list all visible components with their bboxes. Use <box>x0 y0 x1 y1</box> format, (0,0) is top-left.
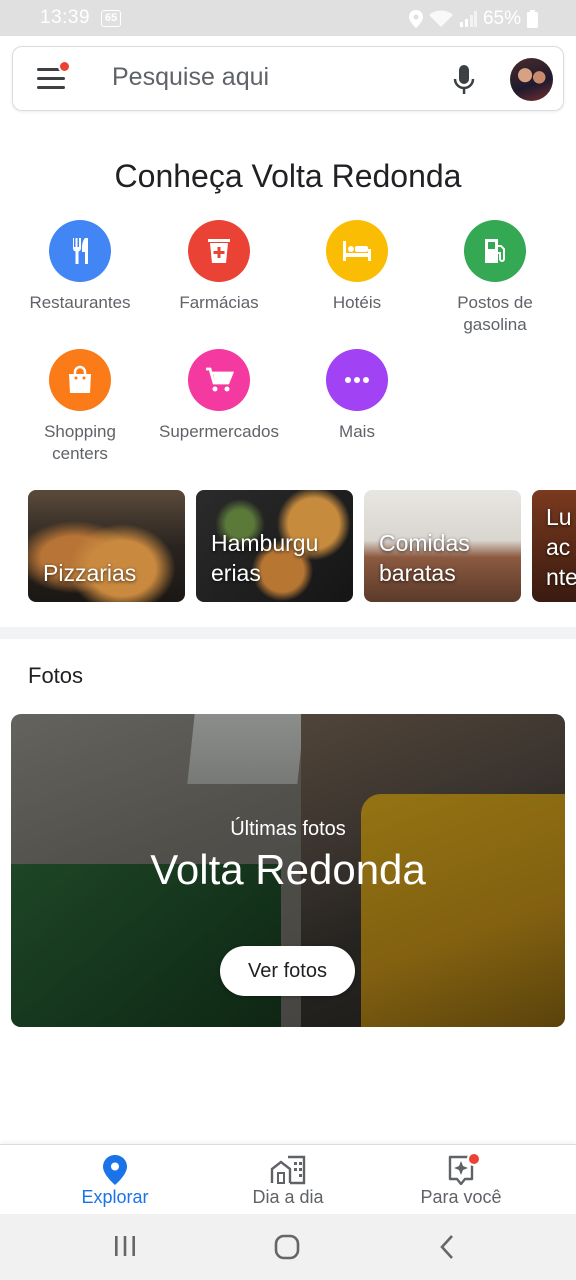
back-icon[interactable] <box>439 1234 455 1260</box>
category-label: Shopping centers <box>44 422 116 463</box>
search-bar[interactable] <box>12 46 564 111</box>
photos-subtitle: Últimas fotos <box>230 818 346 840</box>
recent-apps-icon[interactable] <box>114 1234 136 1258</box>
tile-hamburguerias[interactable]: Hamburgu erias <box>196 490 353 602</box>
category-hoteis[interactable]: Hotéis <box>277 220 437 314</box>
nav-explorar[interactable]: Explorar <box>19 1145 211 1215</box>
photos-title: Volta Redonda <box>150 846 426 893</box>
cart-icon <box>188 349 250 411</box>
photos-heading: Fotos <box>28 663 84 688</box>
tile-comidas-baratas[interactable]: Comidas baratas <box>364 490 521 602</box>
bed-icon <box>326 220 388 282</box>
category-supermercados[interactable]: Supermercados <box>139 349 299 443</box>
notification-badge: 65 <box>101 10 121 27</box>
category-label: Postos de gasolina <box>457 293 533 334</box>
nav-label: Dia a dia <box>252 1187 324 1207</box>
category-restaurantes[interactable]: Restaurantes <box>0 220 160 314</box>
category-mais[interactable]: Mais <box>277 349 437 443</box>
para-voce-badge <box>467 1152 481 1166</box>
nav-label: Para você <box>420 1187 502 1207</box>
category-label: Farmácias <box>179 293 259 312</box>
category-postos-gasolina[interactable]: Postos de gasolina <box>415 220 575 336</box>
tile-partial[interactable]: Lu ac nte <box>532 490 576 602</box>
explore-title: Conheça Volta Redonda <box>114 158 462 194</box>
tile-pizzarias[interactable]: Pizzarias <box>28 490 185 602</box>
commute-buildings-icon <box>270 1155 306 1185</box>
category-label: Hotéis <box>332 293 382 312</box>
pharmacy-icon <box>188 220 250 282</box>
wifi-icon <box>428 10 453 27</box>
home-icon[interactable] <box>274 1234 300 1260</box>
system-nav-bar <box>0 1214 576 1280</box>
microphone-icon[interactable] <box>453 65 475 95</box>
avatar[interactable] <box>510 58 553 101</box>
nav-dia-a-dia[interactable]: Dia a dia <box>192 1145 384 1215</box>
nav-para-voce[interactable]: Para você <box>365 1145 557 1215</box>
nav-label: Explorar <box>81 1187 149 1207</box>
category-label: Supermercados <box>158 422 279 441</box>
category-label: Mais <box>339 422 375 441</box>
status-right: 65% <box>408 8 538 30</box>
tile-label: Hamburgu erias <box>211 530 319 586</box>
category-label: Restaurantes <box>29 293 131 312</box>
more-icon <box>326 349 388 411</box>
status-bar: 13:39 65 65% <box>0 0 576 36</box>
tile-label: Comidas baratas <box>379 530 470 586</box>
category-farmacias[interactable]: Farmácias <box>139 220 299 314</box>
tile-label: Pizzarias <box>43 560 137 586</box>
view-photos-button[interactable]: Ver fotos <box>220 946 355 996</box>
battery-percent: 65% <box>482 8 521 29</box>
status-time: 13:39 <box>40 7 91 28</box>
search-input[interactable] <box>112 63 432 92</box>
location-pin-icon <box>103 1155 127 1185</box>
shopping-bag-icon <box>49 349 111 411</box>
battery-icon <box>527 10 538 28</box>
bottom-nav: Explorar Dia a dia Para você <box>0 1144 576 1214</box>
menu-notification-dot <box>58 60 71 73</box>
section-divider <box>0 627 576 639</box>
tile-label: Lu ac nte <box>546 504 576 590</box>
location-icon <box>408 10 423 28</box>
fork-knife-icon <box>49 220 111 282</box>
signal-icon <box>459 11 477 27</box>
category-shopping-centers[interactable]: Shopping centers <box>0 349 160 465</box>
gas-station-icon <box>464 220 526 282</box>
